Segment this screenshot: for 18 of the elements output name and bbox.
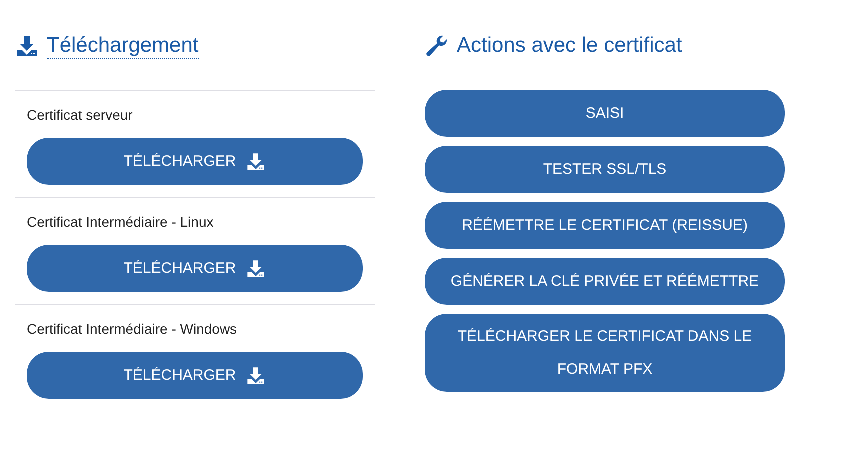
action-button[interactable]: RÉÉMETTRE LE CERTIFICAT (REISSUE)	[425, 202, 785, 249]
wrench-icon	[425, 34, 449, 58]
action-button[interactable]: TESTER SSL/TLS	[425, 146, 785, 193]
heading-title: Actions avec le certificat	[457, 34, 682, 58]
download-icon	[246, 152, 266, 172]
download-button[interactable]: TÉLÉCHARGER	[27, 352, 363, 399]
item-label: Certificat Intermédiaire - Linux	[27, 214, 215, 230]
action-button[interactable]: SAISI	[425, 90, 785, 137]
item-label: Certificat serveur	[27, 107, 134, 123]
action-button[interactable]: TÉLÉCHARGER LE CERTIFICAT DANS LE FORMAT PFX	[425, 314, 785, 392]
download-button[interactable]: TÉLÉCHARGER	[27, 245, 363, 292]
download-icon	[246, 366, 266, 386]
action-button[interactable]: GÉNÉRER LA CLÉ PRIVÉE ET RÉÉMETTRE	[425, 258, 785, 305]
item-label: Certificat Intermédiaire - Windows	[27, 321, 238, 337]
download-icon	[15, 34, 39, 58]
download-button[interactable]: TÉLÉCHARGER	[27, 138, 363, 185]
heading-link[interactable]: Téléchargement	[47, 34, 199, 58]
download-icon	[246, 258, 266, 278]
